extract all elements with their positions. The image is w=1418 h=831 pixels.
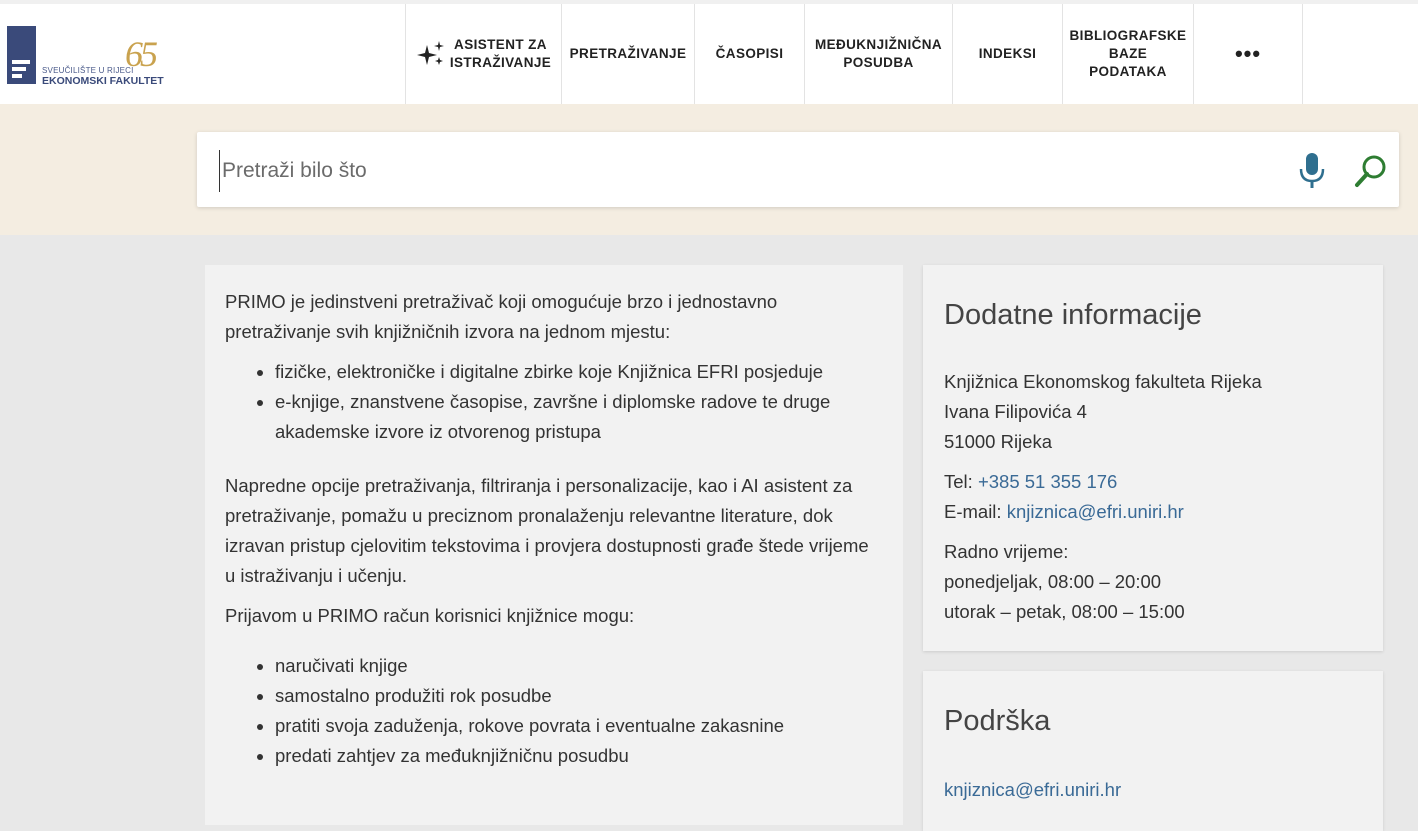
search-band: [0, 104, 1418, 235]
support-card: Podrška knjiznica@efri.uniri.hr: [923, 671, 1383, 831]
email-label: E-mail:: [944, 501, 1007, 522]
login-benefits-list: naručivati knjige samostalno produžiti r…: [225, 651, 883, 771]
hours-block: Radno vrijeme: ponedjeljak, 08:00 – 20:0…: [944, 537, 1362, 627]
nav-item-search[interactable]: PRETRAŽIVANJE: [561, 4, 694, 104]
list-item: e-knjige, znanstvene časopise, završne i…: [275, 387, 883, 447]
additional-info-card: Dodatne informacije Knjižnica Ekonomskog…: [923, 265, 1383, 651]
university-name: SVEUČILIŠTE U RIJECI: [42, 66, 134, 75]
intro-text: PRIMO je jedinstveni pretraživač koji om…: [225, 291, 778, 342]
email-link[interactable]: knjiznica@efri.uniri.hr: [1007, 501, 1184, 522]
phone-link[interactable]: +385 51 355 176: [978, 471, 1117, 492]
nav-label: INDEKSI: [978, 46, 1037, 61]
nav-item-bibliographic-databases[interactable]: BIBLIOGRAFSKE BAZE PODATAKA: [1062, 4, 1193, 104]
logo-mark: [7, 26, 36, 84]
nav-item-journals[interactable]: ČASOPISI: [694, 4, 804, 104]
nav-label: MEĐUKNJIŽNIČNA POSUDBA: [814, 37, 943, 70]
search-box: [197, 132, 1399, 207]
search-input[interactable]: [219, 150, 1264, 192]
list-item: pratiti svoja zaduženja, rokove povrata …: [275, 711, 883, 741]
hours-line: ponedjeljak, 08:00 – 20:00: [944, 571, 1162, 592]
nav-item-indexes[interactable]: INDEKSI: [952, 4, 1062, 104]
nav-label: ASISTENT ZA ISTRAŽIVANJE: [449, 37, 552, 70]
info-title: Dodatne informacije: [944, 299, 1202, 331]
microphone-icon[interactable]: [1297, 152, 1327, 190]
address-line: Ivana Filipovića 4: [944, 401, 1087, 422]
more-icon: •••: [1234, 41, 1262, 66]
support-title: Podrška: [944, 705, 1051, 737]
contact-block: Tel: +385 51 355 176 E-mail: knjiznica@e…: [944, 467, 1362, 527]
primo-description-card: PRIMO je jedinstveni pretraživač koji om…: [205, 265, 903, 825]
main-nav: ASISTENT ZA ISTRAŽIVANJE PRETRAŽIVANJE Č…: [405, 4, 1303, 104]
search-icon[interactable]: [1354, 154, 1388, 188]
hours-title: Radno vrijeme:: [944, 541, 1069, 562]
support-email-link[interactable]: knjiznica@efri.uniri.hr: [944, 779, 1121, 800]
login-intro-text: Prijavom u PRIMO račun korisnici knjižni…: [225, 605, 635, 626]
list-item: predati zahtjev za međuknjižničnu posudb…: [275, 741, 883, 771]
nav-label: BIBLIOGRAFSKE BAZE PODATAKA: [1069, 28, 1187, 79]
hours-line: utorak – petak, 08:00 – 15:00: [944, 601, 1185, 622]
nav-label: ČASOPISI: [715, 46, 784, 61]
advanced-options-text: Napredne opcije pretraživanja, filtriran…: [225, 475, 869, 586]
phone-row: Tel: +385 51 355 176: [944, 467, 1362, 497]
list-item: fizičke, elektroničke i digitalne zbirke…: [275, 357, 883, 387]
email-row: E-mail: knjiznica@efri.uniri.hr: [944, 497, 1362, 527]
sparkle-icon: [416, 41, 444, 65]
sources-list: fizičke, elektroničke i digitalne zbirke…: [225, 357, 883, 447]
phone-label: Tel:: [944, 471, 978, 492]
list-item: naručivati knjige: [275, 651, 883, 681]
address-block: Knjižnica Ekonomskog fakulteta Rijeka Iv…: [944, 367, 1362, 457]
faculty-logo[interactable]: 65 SVEUČILIŠTE U RIJECI EKONOMSKI FAKULT…: [7, 26, 177, 88]
address-line: 51000 Rijeka: [944, 431, 1052, 452]
nav-item-more[interactable]: •••: [1193, 4, 1303, 104]
nav-item-interlibrary-loan[interactable]: MEĐUKNJIŽNIČNA POSUDBA: [804, 4, 952, 104]
address-line: Knjižnica Ekonomskog fakulteta Rijeka: [944, 371, 1262, 392]
list-item: samostalno produžiti rok posudbe: [275, 681, 883, 711]
faculty-name: EKONOMSKI FAKULTET: [42, 75, 164, 87]
nav-item-research-assistant[interactable]: ASISTENT ZA ISTRAŽIVANJE: [405, 4, 561, 104]
nav-label: PRETRAŽIVANJE: [569, 46, 687, 61]
top-navigation-bar: 65 SVEUČILIŠTE U RIJECI EKONOMSKI FAKULT…: [0, 0, 1418, 104]
